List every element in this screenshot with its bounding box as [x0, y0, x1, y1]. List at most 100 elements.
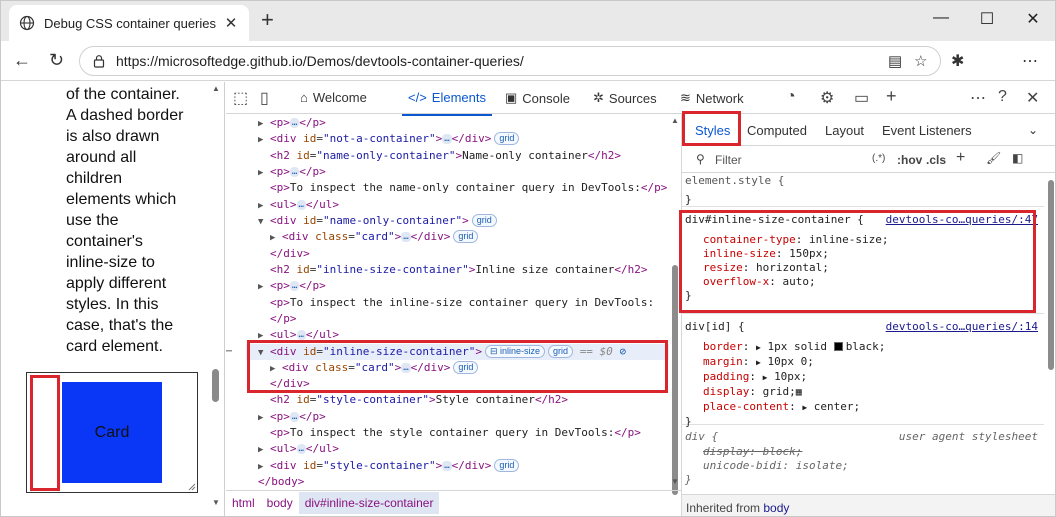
styles-scroll-thumb[interactable]	[1048, 180, 1054, 370]
declaration[interactable]: padding: ▶ 10px;	[685, 370, 1044, 385]
scroll-up-icon[interactable]: ▲	[212, 84, 220, 93]
expand-arrow-icon[interactable]: ▶	[258, 279, 270, 295]
expand-arrow-icon[interactable]: ▶	[258, 165, 270, 181]
tree-node[interactable]: <p>To inspect the inline-size container …	[270, 295, 654, 311]
collapsed-ellipsis[interactable]: …	[289, 281, 300, 291]
grid-editor-icon[interactable]: ▦	[796, 387, 802, 398]
performance-icon[interactable]: ◔	[786, 88, 796, 106]
breadcrumb-current[interactable]: div#inline-size-container	[298, 491, 440, 514]
tree-node[interactable]: <h2 id="name-only-container">Name-only c…	[270, 148, 621, 164]
tree-scroll-thumb[interactable]	[672, 265, 678, 495]
dom-tree[interactable]: ▶ <p>… </p> ▶ <div id="not-a-container">… </…	[226, 115, 669, 490]
collapsed-ellipsis[interactable]: …	[401, 232, 411, 242]
collapsed-ellipsis[interactable]: …	[442, 134, 452, 144]
tree-node[interactable]: ▶ <ul>… </ul>	[258, 441, 339, 457]
declaration[interactable]: place-content: ▶ center;	[685, 400, 1044, 415]
collapsed-ellipsis[interactable]: …	[442, 461, 452, 471]
regex-toggle[interactable]: (.*)	[872, 153, 885, 164]
address-bar[interactable]: https://microsoftedge.github.io/Demos/de…	[79, 46, 941, 76]
collapsed-ellipsis[interactable]: …	[296, 200, 306, 210]
chevron-down-icon[interactable]: ⌄	[1028, 123, 1038, 137]
expand-arrow-icon[interactable]: ▶	[258, 410, 270, 426]
maximize-icon[interactable]: ☐	[977, 9, 997, 29]
collapsed-ellipsis[interactable]: …	[296, 330, 306, 340]
tree-node[interactable]: </body>	[258, 474, 304, 490]
grid-badge[interactable]: grid	[453, 230, 479, 243]
browser-tab[interactable]: Debug CSS container queries ✕	[9, 5, 249, 41]
tree-node[interactable]: <h2 id="inline-size-container">Inline si…	[270, 262, 648, 278]
expand-arrow-icon[interactable]: ▶	[763, 373, 768, 382]
grid-badge[interactable]: grid	[471, 214, 497, 227]
tree-node[interactable]: <p>To inspect the style container query …	[270, 425, 641, 441]
declaration[interactable]: display: grid;▦	[685, 385, 1044, 400]
tree-node[interactable]: ▶ <div id="not-a-container">… </div> grid	[258, 131, 520, 147]
memory-icon[interactable]: ⚙	[820, 88, 834, 108]
close-window-icon[interactable]: ✕	[1023, 9, 1043, 29]
declaration[interactable]: border: ▶ 1px solid black;	[685, 340, 1044, 355]
tree-node[interactable]: ▶ <p>… </p>	[258, 115, 326, 131]
close-devtools-icon[interactable]: ✕	[1026, 88, 1039, 108]
collapsed-ellipsis[interactable]: …	[289, 412, 300, 422]
refresh-icon[interactable]: ↻	[49, 50, 64, 70]
tree-node[interactable]: ▶ <div class="card">… </div> grid	[270, 229, 479, 246]
expand-arrow-icon[interactable]: ▶	[756, 358, 761, 367]
page-scrollbar[interactable]: ▲ ▼	[208, 82, 224, 516]
declaration[interactable]: margin: ▶ 10px 0;	[685, 355, 1044, 370]
tree-node[interactable]: </p>	[270, 311, 297, 327]
rule-source-link[interactable]: devtools-co…queries/:14	[886, 320, 1038, 334]
close-tab-icon[interactable]: ✕	[223, 14, 239, 32]
tab-console[interactable]: ▣ Console	[505, 90, 570, 106]
resize-handle-icon[interactable]	[188, 483, 196, 491]
inspect-element-icon[interactable]: ⬚	[233, 88, 248, 108]
minimize-icon[interactable]: —	[931, 9, 951, 27]
expand-arrow-icon[interactable]: ▶	[258, 459, 270, 475]
tab-layout[interactable]: Layout	[825, 123, 864, 138]
tree-node[interactable]: ▶ <p>… </p>	[258, 164, 326, 180]
scroll-down-icon[interactable]: ▼	[212, 498, 220, 507]
styles-scrollbar[interactable]	[1044, 174, 1055, 494]
more-tools-icon[interactable]: +	[886, 86, 897, 107]
page-scroll-thumb[interactable]	[212, 369, 219, 402]
expand-arrow-icon[interactable]: ▶	[802, 403, 807, 412]
expand-arrow-icon[interactable]: ▶	[258, 116, 270, 132]
div-id-rule[interactable]: div[id] { devtools-co…queries/:14 border…	[682, 315, 1044, 428]
class-toggle[interactable]: .cls	[926, 153, 946, 167]
application-icon[interactable]: ▭	[854, 88, 869, 108]
collapsed-ellipsis[interactable]: …	[296, 444, 306, 454]
inherited-from-link[interactable]: body	[763, 501, 789, 515]
tab-network[interactable]: ≋ Network	[680, 90, 744, 106]
scroll-up-icon[interactable]: ▲	[671, 116, 679, 125]
tree-node[interactable]: </div>	[270, 246, 310, 262]
tree-node[interactable]: ▶ <p>… </p>	[258, 409, 326, 425]
scroll-down-icon[interactable]: ▼	[671, 477, 679, 486]
paint-icon[interactable]: 🖌	[986, 151, 1001, 165]
tree-node[interactable]: <h2 id="style-container">Style container…	[270, 392, 568, 408]
collapsed-ellipsis[interactable]: …	[289, 118, 300, 128]
device-toolbar-icon[interactable]: ▯	[260, 88, 269, 108]
new-rule-icon[interactable]: +	[956, 149, 965, 167]
back-icon[interactable]: ←	[13, 50, 31, 70]
tree-node[interactable]: ▶ <div id="style-container">… </div> grid	[258, 458, 520, 475]
inline-size-container-demo[interactable]: Card	[26, 372, 198, 493]
reader-icon[interactable]: ▤	[888, 52, 902, 70]
hover-state-toggle[interactable]: :hov	[897, 153, 922, 167]
extensions-icon[interactable]: ✱	[951, 51, 964, 71]
element-style-rule[interactable]: element.style { }	[682, 174, 1044, 207]
collapse-arrow-icon[interactable]: ▼	[258, 214, 270, 230]
grid-badge[interactable]: grid	[494, 459, 520, 472]
sidebar-toggle-icon[interactable]: ◧	[1012, 151, 1023, 165]
more-menu-icon[interactable]: ⋯	[1022, 51, 1038, 71]
breadcrumb-body[interactable]: body	[261, 492, 299, 514]
tab-welcome[interactable]: ⌂ Welcome	[300, 90, 367, 105]
tree-node[interactable]: ▶ <ul>… </ul>	[258, 197, 339, 213]
new-tab-icon[interactable]: +	[261, 9, 274, 31]
expand-arrow-icon[interactable]: ▶	[270, 230, 282, 246]
tree-node[interactable]: ▼ <div id="name-only-container"> grid	[258, 213, 497, 229]
user-agent-rule[interactable]: div { user agent stylesheet display: blo…	[682, 426, 1044, 486]
filter-input[interactable]: Filter	[715, 153, 742, 167]
overridden-declaration[interactable]: display: block;	[685, 445, 1044, 459]
tree-node[interactable]: ▶ <p>… </p>	[258, 278, 326, 294]
declaration[interactable]: unicode-bidi: isolate;	[685, 459, 1044, 473]
tab-event-listeners[interactable]: Event Listeners	[882, 123, 972, 138]
breadcrumb-html[interactable]: html	[226, 492, 261, 514]
